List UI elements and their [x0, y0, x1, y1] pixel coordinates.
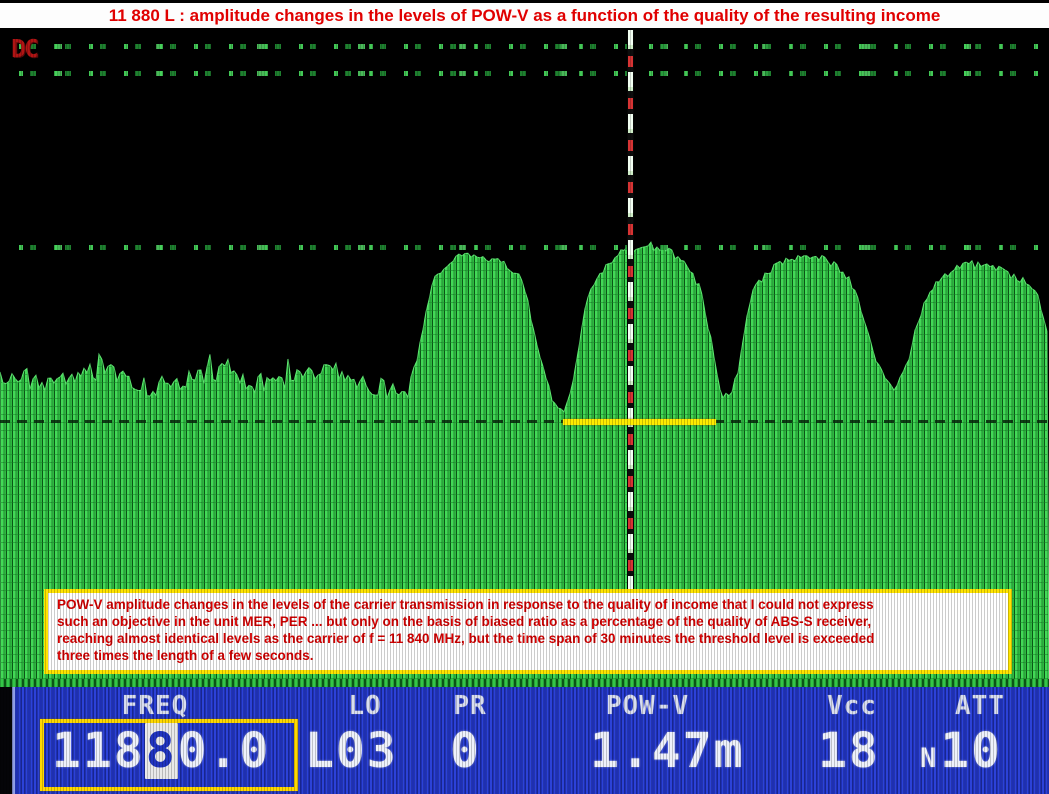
reference-dotted-row-2: [8, 71, 1043, 76]
reference-dotted-row-1: [8, 44, 1043, 49]
status-bar-left-highlight: [12, 687, 15, 794]
annotation-line: such an objective in the unit MER, PER .…: [57, 613, 999, 630]
trace-dotted-level-line: [0, 420, 1049, 423]
center-frequency-marker-line: [627, 30, 634, 589]
pr-value: 0: [450, 723, 481, 779]
vcc-label: Vcc: [812, 691, 892, 721]
annotation-line: three times the length of a few seconds.: [57, 647, 999, 664]
spectrum-baseline-strip: [0, 679, 1049, 687]
att-value: N10: [920, 723, 1002, 779]
lo-value: L03: [305, 723, 398, 779]
annotation-line: reaching almost identical levels as the …: [57, 630, 999, 647]
annotation-line: POW-V amplitude changes in the levels of…: [57, 596, 999, 613]
att-label: ATT: [940, 691, 1020, 721]
att-value-number: 10: [940, 723, 1002, 779]
analyzer-screen: 11 880 L : amplitude changes in the leve…: [0, 0, 1049, 794]
page-title: 11 880 L : amplitude changes in the leve…: [0, 3, 1049, 28]
att-mode-prefix: N: [920, 743, 937, 774]
vcc-value: 18: [818, 723, 880, 779]
freq-label: FREQ: [95, 691, 215, 721]
reference-dotted-row-3: [8, 245, 1043, 250]
annotation-box: POW-V amplitude changes in the levels of…: [44, 589, 1012, 674]
frequency-highlight-box: [40, 719, 298, 791]
lo-label: LO: [325, 691, 405, 721]
dc-indicator: DC: [11, 34, 37, 63]
spectrum-canvas: [0, 0, 1049, 794]
status-bar-left-edge: [0, 687, 12, 794]
pr-label: PR: [435, 691, 505, 721]
powv-value: 1.47m: [590, 723, 745, 779]
powv-label: POW-V: [585, 691, 710, 721]
status-bar: FREQ 11880.0 LO L03 PR 0 POW-V 1.47m Vcc…: [0, 687, 1049, 794]
threshold-marker-line: [563, 419, 716, 425]
